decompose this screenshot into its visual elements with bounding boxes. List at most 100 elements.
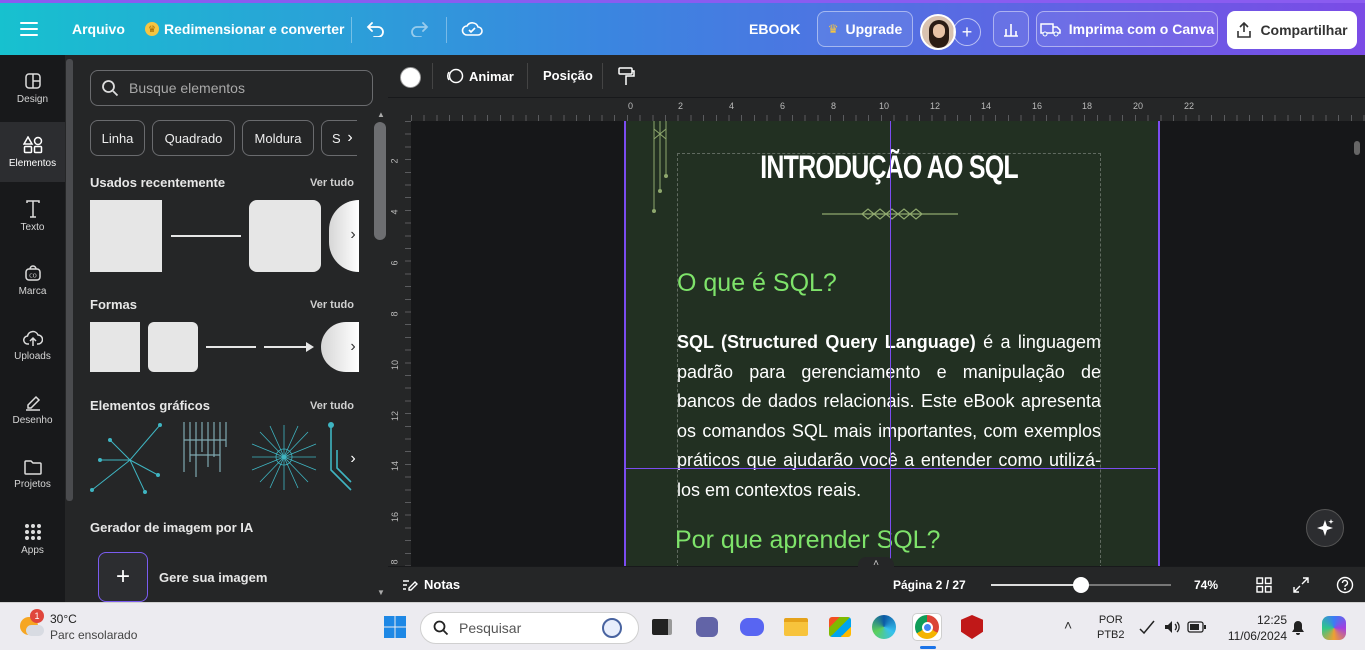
ruler-tick: 12 [930, 101, 941, 111]
rail-label: Design [16, 93, 49, 105]
magic-assistant-button[interactable] [1306, 509, 1344, 547]
rail-label: Projetos [14, 478, 51, 490]
rail-item-brand[interactable]: CO Marca [0, 250, 65, 310]
print-button[interactable]: Imprima com o Canva [1036, 11, 1218, 47]
share-button[interactable]: Compartilhar [1227, 11, 1357, 49]
see-all-recent[interactable]: Ver tudo [310, 177, 354, 189]
weather-icon[interactable]: 1 [18, 609, 44, 639]
animate-button[interactable]: Animar [446, 67, 514, 85]
redo-icon[interactable] [409, 3, 429, 55]
chip-line[interactable]: Linha [90, 120, 145, 156]
shape-square[interactable] [90, 322, 140, 372]
chip-square[interactable]: Quadrado [152, 120, 235, 156]
zoom-level[interactable]: 74% [1194, 578, 1218, 592]
page-indicator[interactable]: Página 2 / 27 [893, 578, 966, 592]
upgrade-button[interactable]: ♛ Upgrade [817, 11, 913, 47]
chevron-right-icon[interactable]: › [343, 225, 363, 245]
clock[interactable]: 12:25 11/06/2024 [1219, 612, 1287, 644]
panel-scrollbar[interactable]: ▲ ▼ [373, 106, 387, 602]
paint-format-icon[interactable] [617, 66, 635, 86]
animate-icon [447, 68, 464, 84]
help-icon[interactable] [1336, 576, 1354, 594]
language-indicator[interactable]: POR PTB2 [1097, 613, 1125, 643]
canvas-area[interactable]: INTRODUÇÃO AO SQL O que é SQL? SQL (Stru… [411, 121, 1365, 566]
windows-start-icon[interactable] [380, 613, 410, 641]
heading-why-learn-sql[interactable]: Por que aprender SQL? [675, 526, 940, 555]
discord-icon[interactable] [737, 613, 767, 641]
chevron-right-icon[interactable]: › [343, 337, 363, 357]
menu-icon[interactable] [20, 3, 38, 55]
graphic-starburst[interactable] [248, 420, 320, 495]
rail-item-text[interactable]: Texto [0, 186, 65, 246]
rail-item-elements[interactable]: Elementos [0, 122, 65, 182]
top-ruler: 0 2 4 6 8 10 12 14 16 18 20 22 [388, 98, 1365, 121]
divider [602, 63, 603, 89]
position-button[interactable]: Posição [543, 68, 593, 83]
mcafee-icon[interactable] [957, 613, 987, 641]
chrome-icon[interactable] [912, 613, 942, 641]
background-color-swatch[interactable] [400, 67, 421, 88]
add-collaborator-icon[interactable]: + [953, 18, 981, 46]
store-icon[interactable] [825, 613, 855, 641]
recent-rounded-square[interactable] [249, 200, 321, 272]
ai-generate-button[interactable]: + [98, 552, 148, 602]
shape-rounded-square[interactable] [148, 322, 198, 372]
file-menu[interactable]: Arquivo [72, 3, 125, 55]
expand-pages-handle[interactable]: ˄ [858, 557, 894, 569]
copilot-icon[interactable] [1322, 616, 1346, 640]
taskbar-search[interactable]: Pesquisar [420, 612, 639, 644]
search-input[interactable]: Busque elementos [90, 70, 373, 106]
fullscreen-icon[interactable] [1293, 577, 1309, 593]
recent-square[interactable] [90, 200, 162, 272]
analytics-icon[interactable] [993, 11, 1029, 47]
zoom-slider[interactable] [991, 577, 1171, 593]
rail-item-draw[interactable]: Desenho [0, 379, 65, 439]
chevron-right-icon[interactable]: › [340, 128, 360, 148]
grid-view-icon[interactable] [1256, 577, 1272, 593]
shapes-section-title: Formas [90, 297, 137, 312]
page-title[interactable]: INTRODUÇÃO AO SQL [724, 149, 1055, 186]
file-explorer-icon[interactable] [781, 613, 811, 641]
teams-icon[interactable] [692, 613, 722, 641]
shape-arrow[interactable] [264, 346, 310, 348]
ruler-tick: 20 [1133, 101, 1144, 111]
ai-generate-label[interactable]: Gere sua imagem [159, 570, 267, 585]
recent-line[interactable] [171, 235, 241, 237]
canvas-scrollbar-thumb[interactable] [1354, 141, 1360, 155]
scrollbar-thumb[interactable] [374, 122, 386, 240]
battery-icon[interactable] [1187, 620, 1207, 634]
undo-icon[interactable] [366, 3, 386, 55]
shape-line[interactable] [206, 346, 256, 348]
intro-paragraph[interactable]: SQL (Structured Query Language) é a ling… [677, 328, 1101, 505]
chevron-right-icon[interactable]: › [343, 449, 363, 469]
tray-expand-icon[interactable]: ˄ [1064, 617, 1072, 633]
graphic-circuit-block[interactable] [180, 420, 232, 480]
notification-bell-icon[interactable] [1290, 620, 1306, 636]
task-view-icon[interactable] [647, 613, 677, 641]
heading-what-is-sql[interactable]: O que é SQL? [677, 269, 837, 298]
zoom-slider-knob[interactable] [1073, 577, 1089, 593]
volume-icon[interactable] [1163, 619, 1181, 635]
graphic-circuit-lines[interactable] [90, 420, 162, 495]
see-all-graphics[interactable]: Ver tudo [310, 400, 354, 412]
avatar[interactable] [920, 14, 956, 50]
network-icon[interactable] [1138, 619, 1156, 635]
notes-button[interactable]: Notas [402, 577, 460, 592]
paragraph-bold: SQL (Structured Query Language) [677, 332, 976, 352]
see-all-shapes[interactable]: Ver tudo [310, 299, 354, 311]
chip-frame[interactable]: Moldura [242, 120, 314, 156]
rail-label: Elementos [8, 157, 57, 169]
ruler-tick: 18 [1082, 101, 1093, 111]
rail-scrollbar[interactable] [66, 59, 73, 501]
ruler-tick: 10 [879, 101, 890, 111]
rail-item-projects[interactable]: Projetos [0, 444, 65, 504]
rail-item-apps[interactable]: Apps [0, 509, 65, 569]
ebook-page[interactable]: INTRODUÇÃO AO SQL O que é SQL? SQL (Stru… [624, 121, 1160, 566]
rail-label: Texto [20, 221, 45, 233]
document-title[interactable]: EBOOK [749, 3, 800, 55]
rail-item-uploads[interactable]: Uploads [0, 315, 65, 375]
resize-button[interactable]: ♛ Redimensionar e converter [145, 3, 345, 55]
edge-icon[interactable] [869, 613, 899, 641]
rail-item-design[interactable]: Design [0, 58, 65, 118]
cloud-sync-icon[interactable] [461, 3, 483, 55]
